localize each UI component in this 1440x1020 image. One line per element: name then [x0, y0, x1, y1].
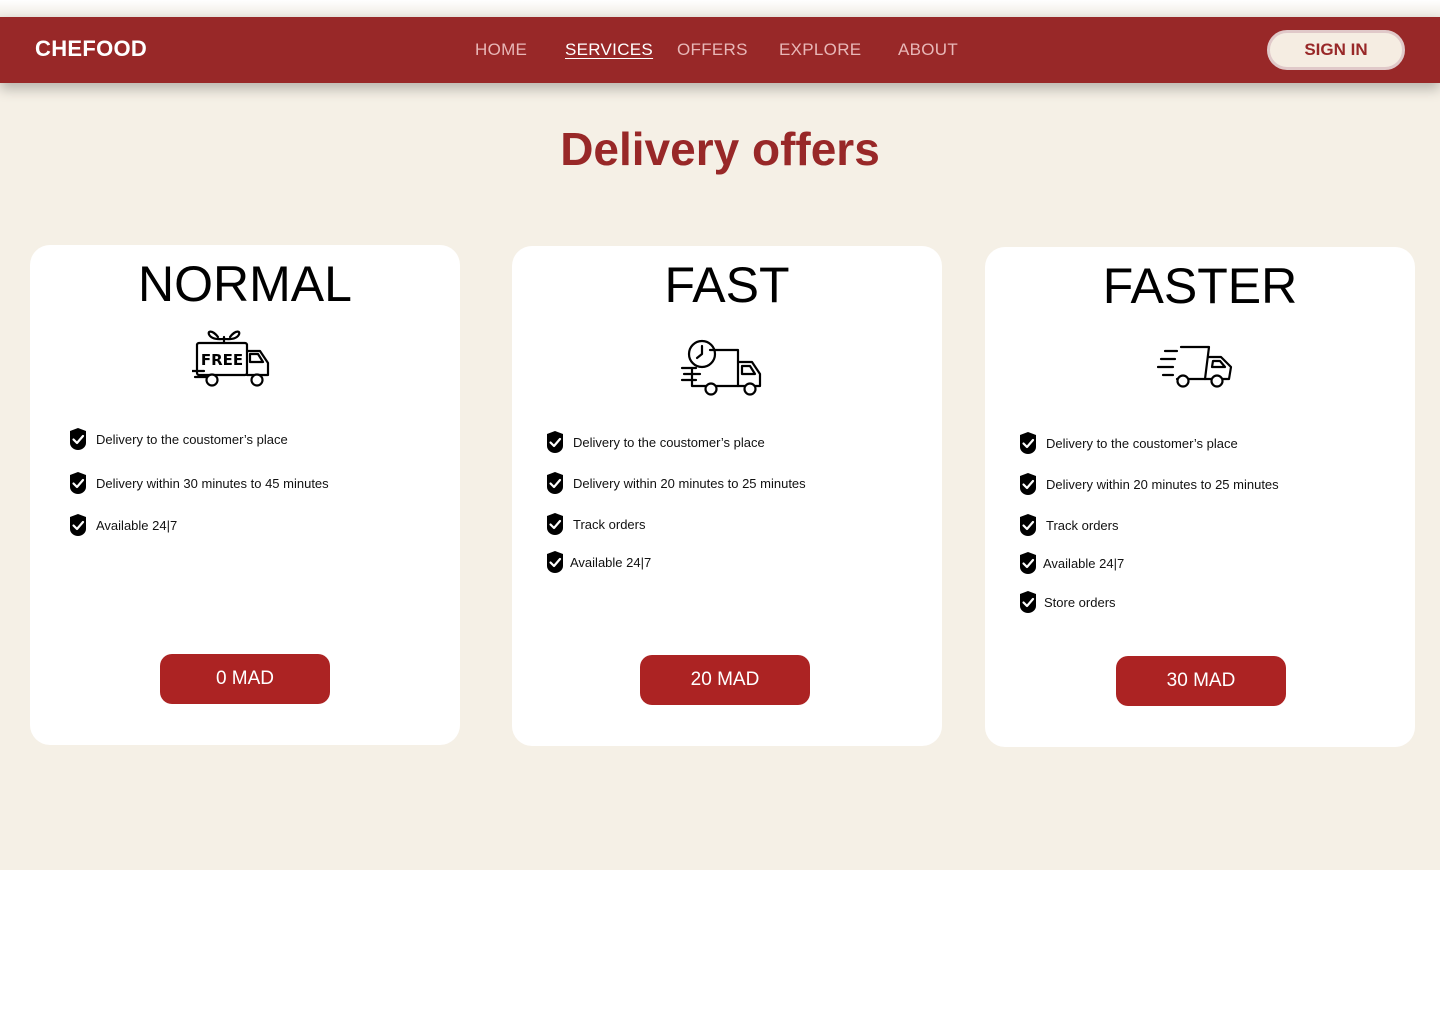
- check-badge-icon: [1020, 591, 1036, 613]
- free-label: FREE: [201, 351, 243, 369]
- check-badge-icon: [1020, 514, 1036, 536]
- price-button[interactable]: 20 MAD: [640, 655, 810, 705]
- feature-text: Delivery to the coustomer’s place: [573, 434, 765, 450]
- brand-logo[interactable]: CHEFOOD: [35, 36, 147, 62]
- feature-text: Delivery within 20 minutes to 25 minutes: [573, 475, 806, 491]
- feature-text: Available 24|7: [96, 517, 178, 533]
- feature-item: Available 24|7: [1018, 551, 1124, 575]
- feature-text: Delivery within 30 minutes to 45 minutes: [96, 475, 329, 491]
- offer-name: FASTER: [1102, 258, 1298, 314]
- check-badge-icon: [547, 513, 563, 535]
- price-button[interactable]: 30 MAD: [1116, 656, 1286, 706]
- feature-text: Delivery within 20 minutes to 25 minutes: [1046, 476, 1279, 492]
- check-badge-icon: [547, 551, 563, 573]
- feature-item: Delivery within 20 minutes to 25 minutes: [1018, 472, 1279, 496]
- feature-item: Track orders: [545, 512, 645, 536]
- feature-item: Delivery to the coustomer’s place: [1018, 431, 1238, 455]
- top-strip: [0, 0, 1440, 17]
- feature-text: Available 24|7: [1043, 555, 1125, 571]
- feature-text: Available 24|7: [570, 554, 652, 570]
- check-badge-icon: [70, 472, 86, 494]
- check-badge-icon: [70, 514, 86, 536]
- feature-text: Track orders: [1046, 517, 1119, 533]
- offer-card-faster: FASTER Delivery to the coustomer’s place…: [985, 247, 1415, 747]
- feature-item: Track orders: [1018, 513, 1118, 537]
- nav-home[interactable]: HOME: [475, 40, 527, 60]
- free-delivery-truck-icon: FREE: [192, 330, 270, 387]
- check-badge-icon: [1020, 552, 1036, 574]
- feature-item: Delivery to the coustomer’s place: [545, 430, 765, 454]
- check-badge-icon: [547, 431, 563, 453]
- feature-item: Delivery to the coustomer’s place: [68, 427, 288, 451]
- speeding-truck-icon: [1157, 345, 1233, 388]
- check-badge-icon: [1020, 473, 1036, 495]
- nav-offers[interactable]: OFFERS: [677, 40, 748, 60]
- feature-text: Track orders: [573, 516, 646, 532]
- feature-item: Delivery within 20 minutes to 25 minutes: [545, 471, 806, 495]
- feature-text: Delivery to the coustomer’s place: [96, 431, 288, 447]
- clock-delivery-truck-icon: [680, 339, 762, 396]
- check-badge-icon: [547, 472, 563, 494]
- nav-explore[interactable]: EXPLORE: [779, 40, 861, 60]
- offer-card-fast: FAST Delivery to the coustomer’s place D…: [512, 246, 942, 746]
- nav-about[interactable]: ABOUT: [898, 40, 958, 60]
- check-badge-icon: [70, 428, 86, 450]
- check-badge-icon: [1020, 432, 1036, 454]
- offer-name: FAST: [664, 257, 790, 313]
- price-button[interactable]: 0 MAD: [160, 654, 330, 704]
- navbar: CHEFOOD HOME SERVICES OFFERS EXPLORE ABO…: [0, 17, 1440, 83]
- feature-text: Store orders: [1044, 594, 1116, 610]
- feature-item: Available 24|7: [545, 550, 651, 574]
- offer-card-normal: NORMAL FREE Delivery to the coustomer’s …: [30, 245, 460, 745]
- nav-services[interactable]: SERVICES: [565, 40, 653, 60]
- feature-text: Delivery to the coustomer’s place: [1046, 435, 1238, 451]
- page-title: Delivery offers: [560, 123, 880, 175]
- sign-in-button[interactable]: SIGN IN: [1267, 30, 1405, 70]
- feature-item: Delivery within 30 minutes to 45 minutes: [68, 471, 329, 495]
- feature-item: Store orders: [1018, 590, 1116, 614]
- offer-name: NORMAL: [138, 256, 352, 312]
- feature-item: Available 24|7: [68, 513, 177, 537]
